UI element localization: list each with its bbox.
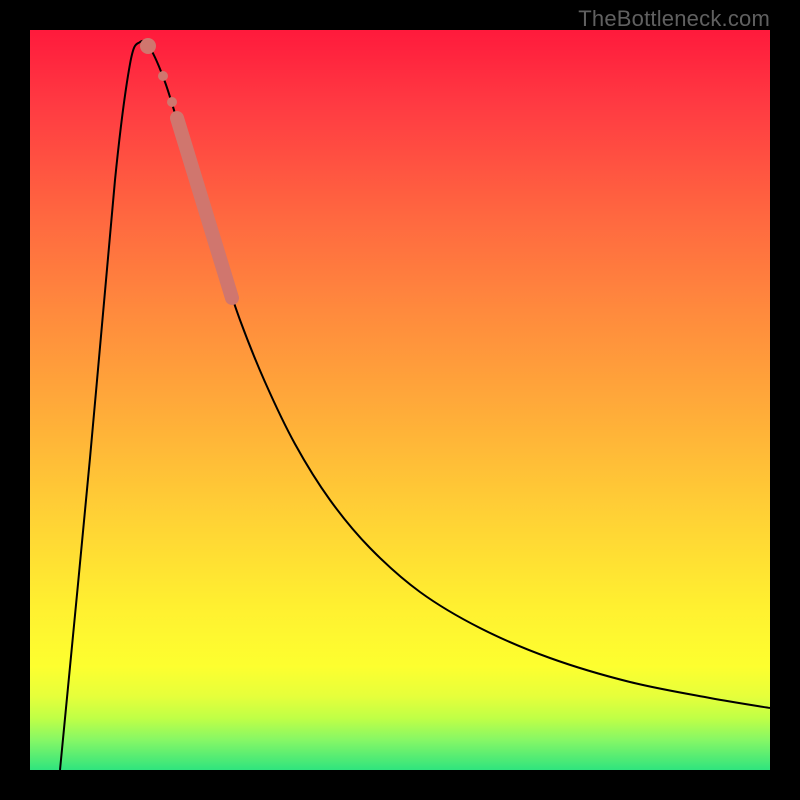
highlight-thick-segment <box>177 118 232 298</box>
attribution-text: TheBottleneck.com <box>578 6 770 32</box>
highlight-dot <box>167 97 177 107</box>
highlight-dot <box>140 38 156 54</box>
highlight-dot <box>158 71 168 81</box>
bottleneck-curve <box>60 41 770 770</box>
curve-svg <box>30 30 770 770</box>
chart-frame: TheBottleneck.com <box>0 0 800 800</box>
plot-area <box>30 30 770 770</box>
highlight-dots <box>140 38 177 107</box>
